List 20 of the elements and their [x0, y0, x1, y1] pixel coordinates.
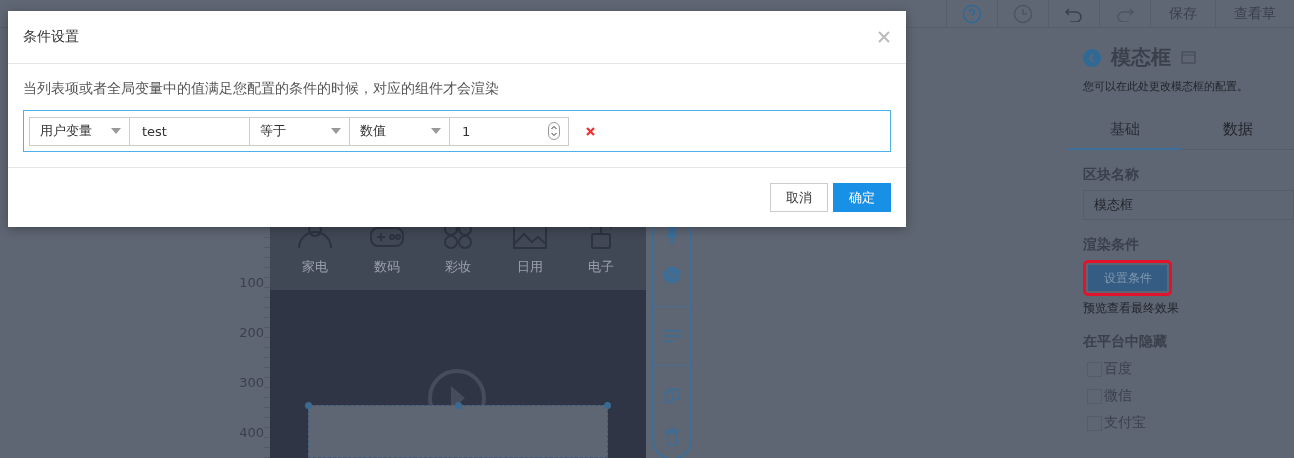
- hint-text: 预览查看最终效果: [1083, 300, 1179, 317]
- category-label: 家电: [302, 258, 328, 276]
- source-select[interactable]: 用户变量: [29, 116, 130, 146]
- cancel-button[interactable]: 取消: [770, 183, 828, 212]
- variable-field[interactable]: test: [129, 116, 250, 146]
- dialog-description: 当列表项或者全局变量中的值满足您配置的条件的时候，对应的组件才会渲染: [23, 80, 500, 98]
- category-label: 数码: [373, 258, 400, 276]
- set-condition-button[interactable]: 设置条件: [1088, 265, 1167, 291]
- operator-select[interactable]: 等于: [249, 116, 350, 146]
- category-label: 彩妆: [445, 258, 471, 276]
- dialog-title: 条件设置: [23, 28, 79, 46]
- category-label: 日用: [516, 258, 543, 276]
- value-type-select[interactable]: 数值: [349, 116, 450, 146]
- value-field[interactable]: 1: [449, 116, 569, 146]
- category-label: 电子: [588, 258, 614, 276]
- tab[interactable]: 数据: [1181, 120, 1294, 150]
- confirm-button[interactable]: 确定: [833, 183, 891, 212]
- panel-description: 您可以在此处更改模态框的配置。: [1082, 79, 1249, 94]
- tab[interactable]: 基础: [1068, 120, 1181, 150]
- block-name-field[interactable]: 模态框: [1083, 190, 1294, 220]
